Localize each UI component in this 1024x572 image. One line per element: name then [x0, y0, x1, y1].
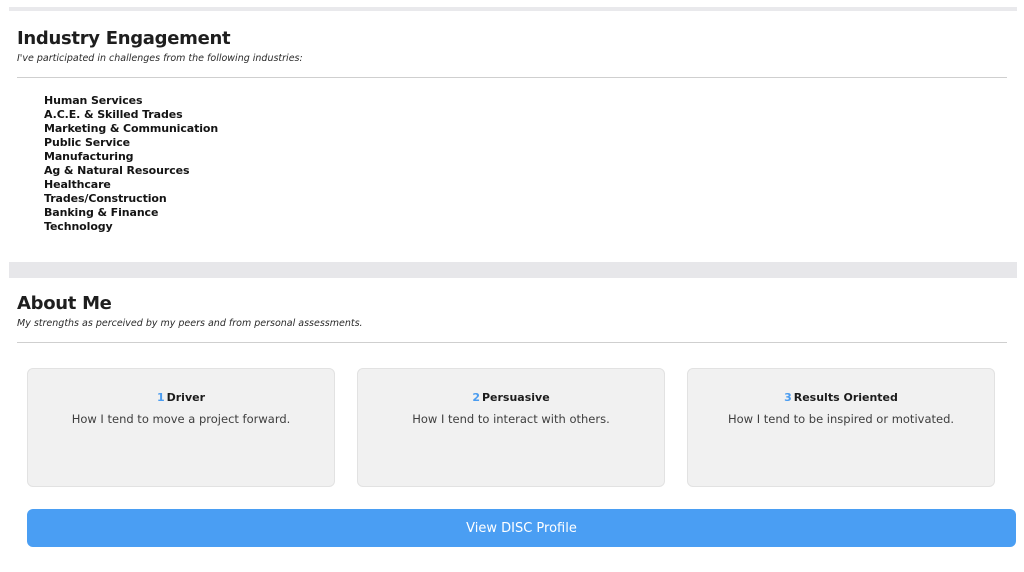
trait-card-driver: 1 Driver How I tend to move a project for…	[27, 368, 335, 487]
list-item: Technology	[44, 220, 113, 233]
trait-description: How I tend to be inspired or motivated.	[727, 412, 955, 426]
industry-list: Human Services A.C.E. & Skilled Trades M…	[44, 94, 218, 234]
trait-name: Driver	[166, 391, 206, 404]
trait-rank: 3	[784, 391, 792, 404]
list-item: Trades/Construction	[44, 192, 167, 205]
list-item: Marketing & Communication	[44, 122, 219, 135]
list-item: Human Services	[44, 94, 143, 107]
list-item: Healthcare	[44, 178, 111, 191]
view-disc-profile-button[interactable]: View DISC Profile	[27, 509, 1016, 547]
trait-description: How I tend to move a project forward.	[71, 412, 291, 426]
top-divider-strip	[9, 7, 1017, 11]
about-divider	[17, 342, 1007, 343]
trait-heading: 2 Persuasive	[358, 391, 664, 405]
trait-rank: 1	[156, 391, 165, 404]
industry-divider	[17, 77, 1007, 78]
list-item: A.C.E. & Skilled Trades	[44, 108, 183, 121]
about-section-subtitle: My strengths as perceived by my peers an…	[17, 318, 363, 329]
trait-card-results-oriented: 3 Results Oriented How I tend to be inspi…	[687, 368, 995, 487]
trait-heading: 3 Results Oriented	[688, 391, 994, 405]
trait-heading: 1 Driver	[28, 391, 334, 405]
section-separator-band	[9, 262, 1017, 278]
trait-name: Persuasive	[481, 391, 550, 404]
about-me-section: About Me My strengths as perceived by my…	[17, 293, 1007, 343]
industry-section-subtitle: I've participated in challenges from the…	[17, 53, 303, 64]
trait-rank: 2	[472, 391, 480, 404]
trait-card-persuasive: 2 Persuasive How I tend to interact with …	[357, 368, 665, 487]
list-item: Banking & Finance	[44, 206, 159, 219]
list-item: Public Service	[44, 136, 130, 149]
industry-section-title: Industry Engagement	[17, 28, 231, 49]
trait-name: Results Oriented	[793, 391, 898, 404]
list-item: Ag & Natural Resources	[44, 164, 190, 177]
list-item: Manufacturing	[44, 150, 134, 163]
trait-description: How I tend to interact with others.	[412, 412, 610, 426]
industry-engagement-section: Industry Engagement I've participated in…	[17, 28, 1007, 78]
about-section-title: About Me	[17, 293, 112, 314]
